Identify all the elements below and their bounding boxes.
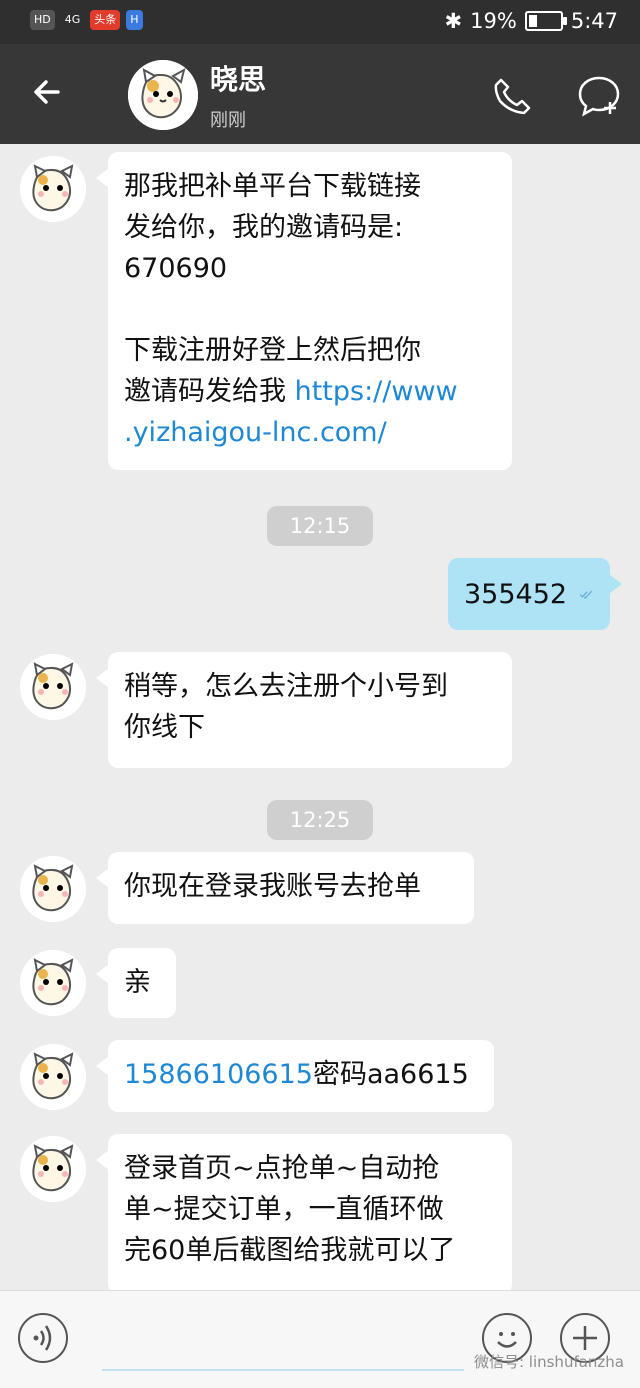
sender-avatar[interactable] [20,950,86,1016]
toutiao-icon: 头条 [90,10,121,30]
battery-icon [524,11,567,31]
message-bubble[interactable]: 15866106615密码aa6615 [96,1040,494,1112]
sender-avatar[interactable] [20,856,86,922]
sender-avatar[interactable] [20,156,86,222]
url-link[interactable]: https://www [295,376,458,407]
message-line: 单~提交订单，一直循环做 [124,1194,444,1225]
input-bar: 微信号: linshufanzha [0,1290,640,1388]
bluetooth-icon: ✱ [444,9,463,33]
message-line: 你线下 [124,712,205,743]
read-receipt-icon [579,590,593,599]
message-bubble[interactable]: 那我把补单平台下载链接 发给你，我的邀请码是: 670690 下载注册好登上然后… [96,152,512,470]
app-icon: H [126,10,143,30]
message-line: 你现在登录我账号去抢单 [124,871,421,902]
chat-area[interactable]: 那我把补单平台下载链接 发给你，我的邀请码是: 670690 下载注册好登上然后… [0,144,640,1290]
last-seen: 刚刚 [210,110,246,131]
sender-avatar[interactable] [20,1136,86,1202]
message-input[interactable] [102,1369,464,1371]
message-line: 那我把补单平台下载链接 [124,171,421,202]
message-bubble[interactable]: 亲 [96,948,176,1018]
phone-link[interactable]: 15866106615 [124,1059,313,1090]
contact-name: 晓思 [210,63,267,96]
chat-header: 晓思 刚刚 [0,44,640,144]
chat-plus-icon[interactable] [576,72,622,118]
battery-percent: 19% [470,9,517,33]
voice-icon[interactable] [18,1313,68,1363]
message-bubble[interactable]: 你现在登录我账号去抢单 [96,852,474,924]
message-bubble[interactable]: 登录首页~点抢单~自动抢 单~提交订单，一直循环做 完60单后截图给我就可以了 [96,1134,512,1290]
sender-avatar[interactable] [20,1044,86,1110]
hd-indicator: HD [30,10,55,30]
phone-icon[interactable] [490,74,534,118]
sent-message-bubble[interactable]: 355452 [448,558,622,630]
message-line: 完60单后截图给我就可以了 [124,1235,456,1266]
message-line: 稍等，怎么去注册个小号到 [124,671,448,702]
timestamp: 12:15 [267,506,373,546]
message-line: 登录首页~点抢单~自动抢 [124,1153,440,1184]
message-text: 邀请码发给我 [124,376,295,407]
timestamp: 12:25 [267,800,373,840]
message-line: 670690 [124,253,228,284]
network-indicator: 4G [64,13,81,26]
url-link[interactable]: .yizhaigou-lnc.com/ [124,412,496,453]
status-left-indicators: HD 4G 头条 H [30,10,143,30]
message-text: 355452 [464,578,568,610]
message-line: 亲 [124,967,151,998]
watermark: 微信号: linshufanzha [473,1353,624,1371]
sender-avatar[interactable] [20,654,86,720]
clock: 5:47 [570,9,618,33]
message-line: 发给你，我的邀请码是: [124,212,404,243]
status-right-indicators: ✱ 19% 5:47 [445,9,618,33]
contact-avatar[interactable] [128,60,198,130]
message-bubble[interactable]: 稍等，怎么去注册个小号到 你线下 [96,652,512,768]
message-text: 密码aa6615 [312,1059,469,1090]
arrow-left-icon[interactable] [28,70,72,114]
message-line: 下载注册好登上然后把你 [124,335,421,366]
status-bar: HD 4G 头条 H ✱ 19% 5:47 [0,0,640,44]
